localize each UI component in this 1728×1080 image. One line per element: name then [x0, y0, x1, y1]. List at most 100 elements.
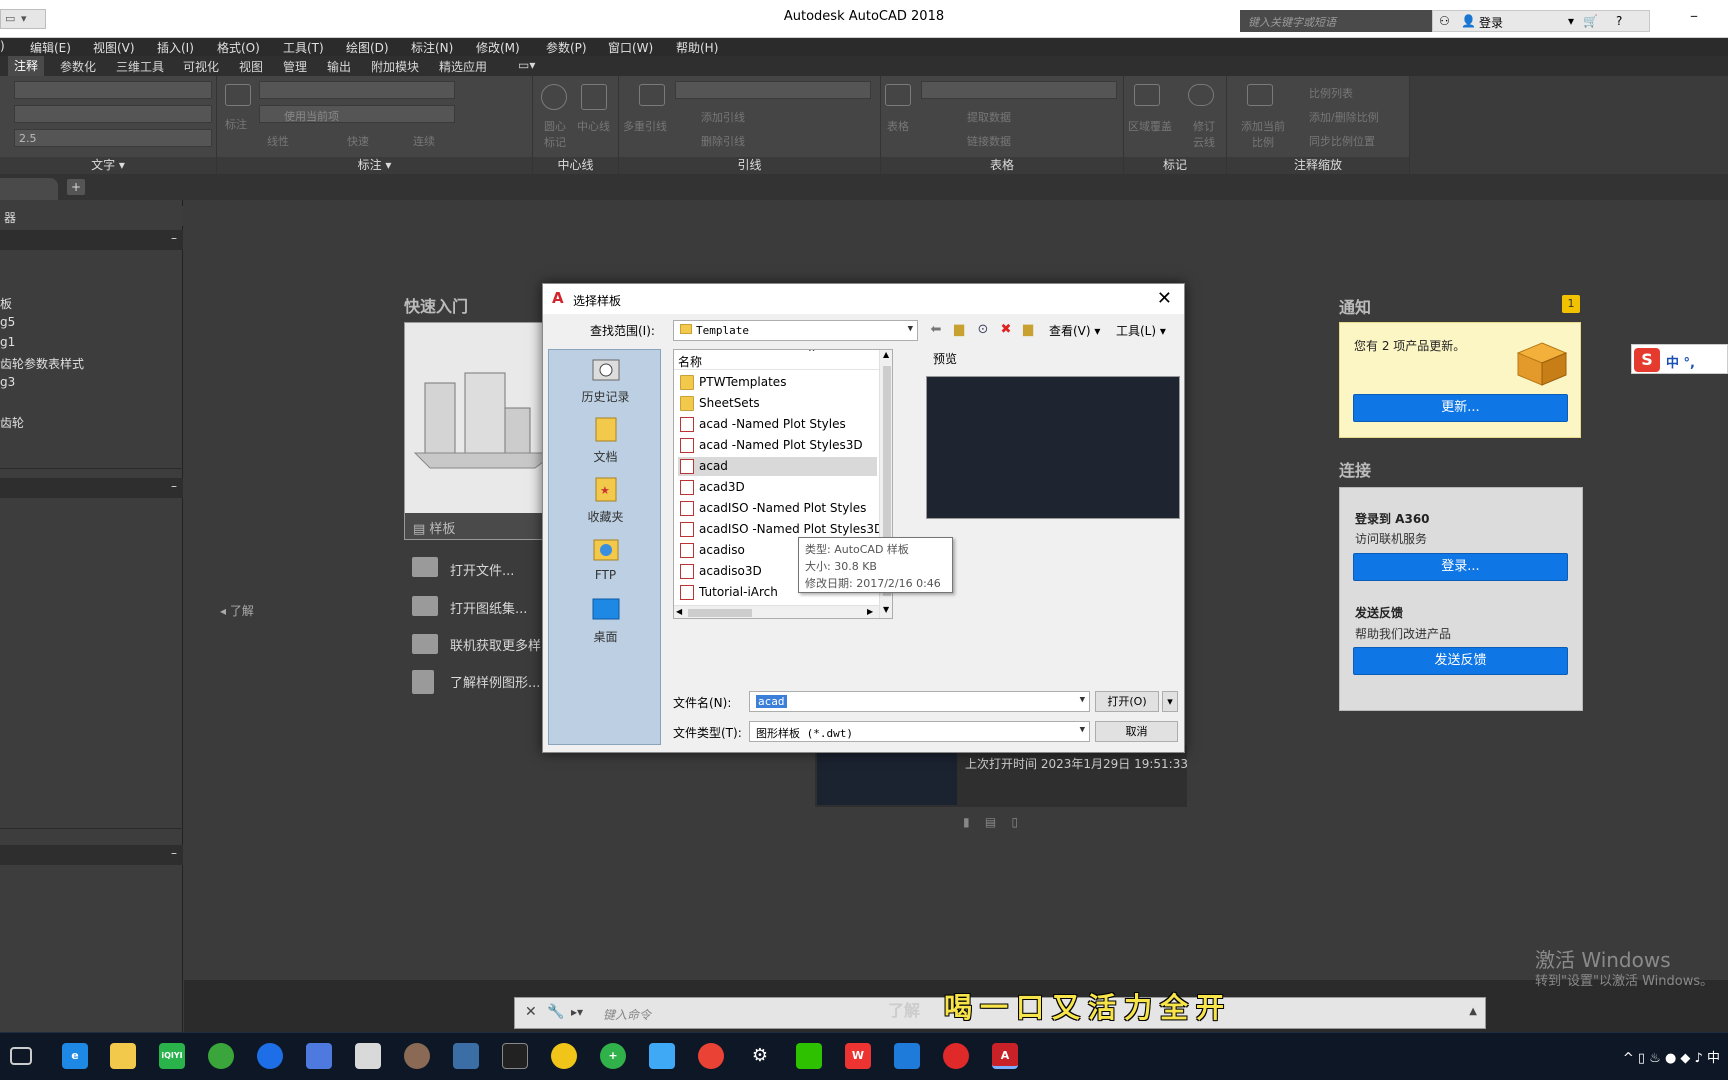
left-panel-item[interactable]: 齿轮参数表样式	[0, 355, 84, 372]
dim-style-select[interactable]	[259, 81, 455, 99]
left-panel-item[interactable]: g3	[0, 375, 15, 389]
file-list-item[interactable]: acad	[678, 457, 877, 476]
app-window-icon[interactable]	[453, 1043, 479, 1069]
ribbon-group-label-dimension[interactable]: 标注 ▾	[217, 157, 532, 174]
sync-scale-button[interactable]: 同步比例位置	[1309, 133, 1375, 149]
ribbon-group-label-text[interactable]: 文字 ▾	[0, 157, 216, 174]
file-explorer-icon[interactable]	[110, 1043, 136, 1069]
menu-window[interactable]: 窗口(W)	[608, 39, 653, 56]
revcloud-icon[interactable]	[1188, 84, 1214, 106]
tab-view[interactable]: 视图	[239, 58, 263, 75]
add-delete-scale-button[interactable]: 添加/删除比例	[1309, 109, 1379, 125]
tab-visualize[interactable]: 可视化	[183, 58, 219, 75]
tab-3d-tools[interactable]: 三维工具	[116, 58, 164, 75]
app-blue-icon[interactable]	[257, 1043, 283, 1069]
place-history[interactable]: 历史记录	[549, 356, 662, 405]
app-cloud-icon[interactable]	[894, 1043, 920, 1069]
start-tab[interactable]	[0, 178, 58, 200]
recent-document[interactable]: 上次打开时间 2023年1月29日 19:51:33	[815, 745, 1188, 807]
online-templates-link[interactable]: 联机获取更多样	[450, 635, 541, 654]
linear-dim-button[interactable]: 线性	[267, 133, 289, 149]
add-leader-button[interactable]: 添加引线	[701, 109, 745, 125]
tab-addins[interactable]: 附加模块	[371, 58, 419, 75]
table-icon[interactable]	[885, 84, 911, 106]
login-link[interactable]: 登录	[1479, 14, 1503, 31]
place-favorites[interactable]: ★ 收藏夹	[549, 476, 662, 525]
wipeout-icon[interactable]	[1134, 84, 1160, 106]
view-mode-icons[interactable]: ▮ ▤ ▯	[963, 815, 1018, 829]
app-bird-icon[interactable]	[306, 1043, 332, 1069]
ie-icon[interactable]: e	[62, 1043, 88, 1069]
filename-input[interactable]: acad ▼	[749, 691, 1090, 712]
file-list-item[interactable]: acad -Named Plot Styles3D	[678, 436, 877, 455]
centerline-icon[interactable]	[581, 84, 607, 110]
minimize-button[interactable]: –	[1690, 6, 1698, 25]
app-plus-icon[interactable]: +	[600, 1043, 626, 1069]
menu-help[interactable]: 帮助(H)	[676, 39, 718, 56]
mleader-icon[interactable]	[639, 84, 665, 106]
wechat-icon[interactable]	[796, 1043, 822, 1069]
text-size-select[interactable]: 2.5	[14, 129, 212, 147]
tab-annotate[interactable]: 注释	[8, 56, 45, 76]
menu-edit[interactable]: 编辑(E)	[30, 39, 71, 56]
place-documents[interactable]: 文档	[549, 416, 662, 465]
left-panel-item[interactable]: g1	[0, 335, 15, 349]
file-list-item[interactable]: acad3D	[678, 478, 877, 497]
settings-icon[interactable]: ⚙	[747, 1043, 773, 1069]
system-tray[interactable]: ^ ▯ ♨ ● ◆ ♪ 中	[1623, 1047, 1720, 1066]
dialog-close-button[interactable]: ✕	[1157, 288, 1172, 309]
binoculars-icon[interactable]: ⚇	[1439, 14, 1450, 28]
place-desktop[interactable]: 桌面	[549, 596, 662, 645]
left-panel-item[interactable]: 板	[0, 295, 12, 312]
baidu-netdisk-icon[interactable]	[649, 1043, 675, 1069]
collapse-icon[interactable]: –	[171, 846, 177, 860]
name-column-header[interactable]: 名称 ^	[674, 350, 879, 370]
menu-insert[interactable]: 插入(I)	[157, 39, 194, 56]
tab-output[interactable]: 输出	[327, 58, 351, 75]
wps-icon[interactable]: W	[845, 1043, 871, 1069]
iqiyi-icon[interactable]: iQIYI	[159, 1043, 185, 1069]
menu-format[interactable]: 格式(O)	[217, 39, 260, 56]
menu-view[interactable]: 视图(V)	[93, 39, 135, 56]
command-input[interactable]: 键入命令	[603, 1006, 651, 1023]
task-view-icon[interactable]	[10, 1047, 32, 1065]
look-in-select[interactable]: Template ▼	[673, 320, 918, 341]
autocad-taskbar-icon[interactable]: A	[992, 1043, 1018, 1069]
input-language[interactable]: 中	[1707, 1051, 1720, 1066]
menu-parametric[interactable]: 参数(P)	[546, 39, 587, 56]
file-list-item[interactable]: acad -Named Plot Styles	[678, 415, 877, 434]
text-style-select[interactable]	[14, 81, 212, 99]
avatar-app-icon[interactable]	[404, 1043, 430, 1069]
scroll-up-icon[interactable]: ▲	[883, 350, 889, 359]
learn-tab[interactable]: 了解	[888, 997, 920, 1021]
ribbon-options-icon[interactable]: ▭▾	[518, 58, 535, 72]
open-sheet-set-link[interactable]: 打开图纸集...	[450, 598, 527, 617]
dimension-icon[interactable]	[225, 84, 251, 106]
menu-draw[interactable]: 绘图(D)	[346, 39, 389, 56]
leader-style-select[interactable]	[675, 81, 871, 99]
left-panel-section-header[interactable]: –	[0, 845, 183, 865]
file-list-item[interactable]: PTWTemplates	[678, 373, 877, 392]
tab-parametric[interactable]: 参数化	[60, 58, 96, 75]
horizontal-scrollbar[interactable]: ◀ ▶	[674, 605, 879, 618]
ime-toolbar[interactable]: S 中 °,	[1631, 344, 1728, 374]
command-history-icon[interactable]: ▲	[1469, 1006, 1477, 1017]
close-icon[interactable]: ✕	[525, 1004, 537, 1020]
dim-layer-select[interactable]: 使用当前项	[259, 105, 455, 123]
chrome-icon[interactable]	[698, 1043, 724, 1069]
help-icon[interactable]: ?	[1616, 14, 1622, 28]
cancel-button[interactable]: 取消	[1095, 721, 1178, 742]
view-menu[interactable]: 查看(V) ▾	[1049, 322, 1100, 339]
sample-drawings-link[interactable]: 了解样例图形...	[450, 672, 540, 691]
scroll-right-icon[interactable]: ▶	[867, 607, 873, 616]
remove-leader-button[interactable]: 删除引线	[701, 133, 745, 149]
menu-tools[interactable]: 工具(T)	[283, 39, 324, 56]
extract-data-button[interactable]: 提取数据	[967, 109, 1011, 125]
text-height-field[interactable]	[14, 105, 212, 123]
command-prompt-icon[interactable]: ▸▾	[571, 1005, 583, 1019]
filetype-select[interactable]: 图形样板 (*.dwt) ▼	[749, 721, 1090, 742]
center-mark-icon[interactable]	[541, 84, 567, 110]
login-dropdown-icon[interactable]: ▾	[1568, 14, 1574, 28]
search-web-icon[interactable]: ⊙	[975, 322, 991, 338]
add-scale-icon[interactable]	[1247, 84, 1273, 106]
